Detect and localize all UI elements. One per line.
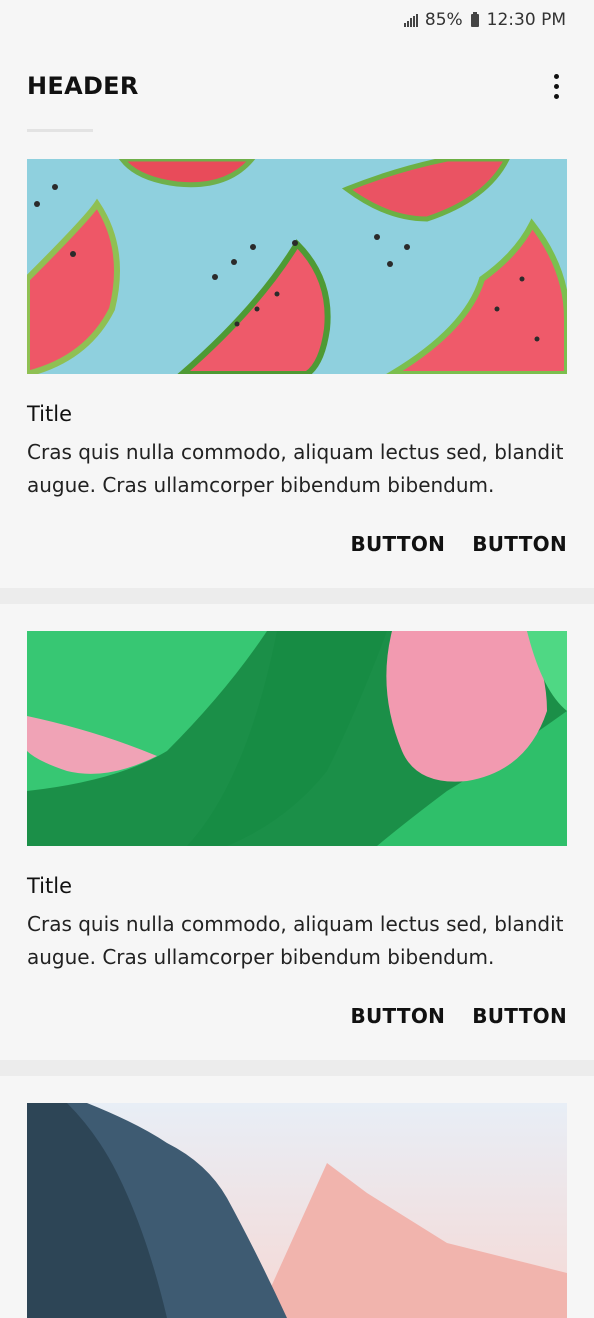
card-divider: [0, 1060, 594, 1076]
header-underline: [27, 129, 93, 132]
card-1: Title Cras quis nulla commodo, aliquam l…: [0, 132, 594, 588]
more-vertical-icon[interactable]: [544, 66, 568, 106]
clock: 12:30 PM: [486, 10, 566, 30]
battery-icon: [470, 11, 479, 27]
card-button-2[interactable]: BUTTON: [472, 532, 567, 556]
status-bar: 85% 12:30 PM: [0, 0, 594, 40]
card-3: [0, 1076, 594, 1318]
card-title: Title: [27, 874, 73, 898]
card-divider: [0, 588, 594, 604]
header-title: HEADER: [27, 72, 139, 100]
mountain-image: [27, 1103, 567, 1318]
battery-percent: 85%: [424, 10, 463, 30]
app-header: HEADER: [0, 40, 594, 132]
card-button-1[interactable]: BUTTON: [350, 532, 445, 556]
signal-icon: [403, 13, 418, 27]
card-body: Cras quis nulla commodo, aliquam lectus …: [27, 912, 564, 969]
watermelon-image: [27, 159, 567, 374]
card-button-1[interactable]: BUTTON: [350, 1004, 445, 1028]
card-2: Title Cras quis nulla commodo, aliquam l…: [0, 604, 594, 1060]
card-button-2[interactable]: BUTTON: [472, 1004, 567, 1028]
card-actions: BUTTON BUTTON: [27, 502, 567, 588]
card-body: Cras quis nulla commodo, aliquam lectus …: [27, 440, 564, 497]
card-title: Title: [27, 402, 73, 426]
card-actions: BUTTON BUTTON: [27, 974, 567, 1060]
green-pink-paper-image: [27, 631, 567, 846]
